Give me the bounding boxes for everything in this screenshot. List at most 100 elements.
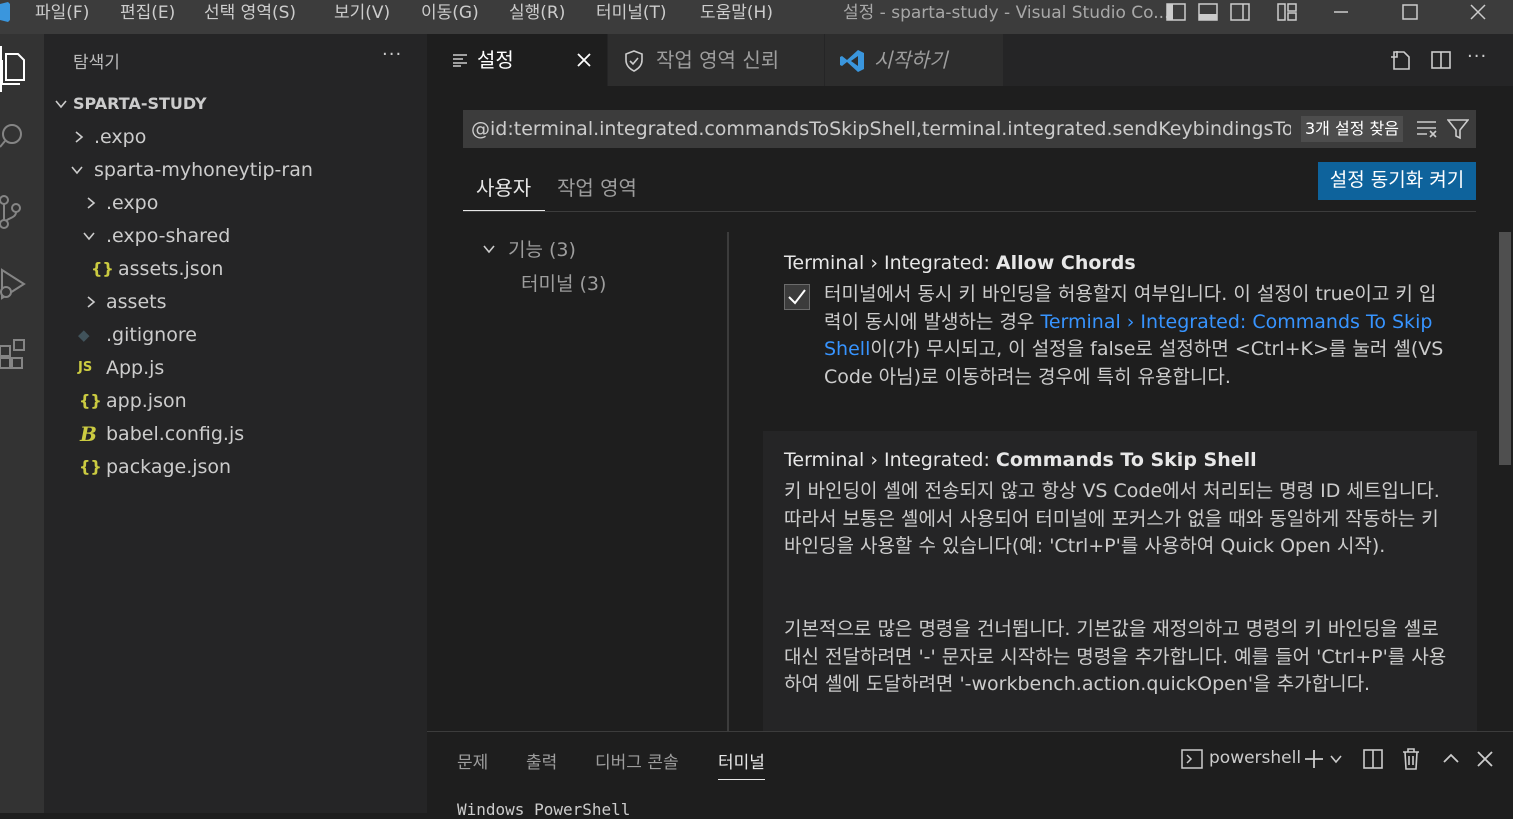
maximize-icon[interactable] xyxy=(1399,1,1421,23)
tab-get-started[interactable]: 시작하기 xyxy=(825,34,1003,86)
menu-terminal[interactable]: 터미널(T) xyxy=(596,0,667,26)
search-icon[interactable] xyxy=(0,120,30,152)
setting-title: Terminal › Integrated: Allow Chords xyxy=(784,252,1136,274)
minimize-icon[interactable] xyxy=(1330,1,1352,23)
setting-description: 터미널에서 동시 키 바인딩을 허용할지 여부입니다. 이 설정이 true이고… xyxy=(824,281,1444,391)
menu-help[interactable]: 도움말(H) xyxy=(700,0,773,26)
activity-bar xyxy=(0,34,44,813)
tree-item-gitignore[interactable]: ◆ .gitignore xyxy=(76,320,427,350)
menu-file[interactable]: 파일(F) xyxy=(35,0,89,26)
panel-tab-problems[interactable]: 문제 xyxy=(457,748,488,773)
workspace-root-label: SPARTA-STUDY xyxy=(73,94,207,113)
menu-selection[interactable]: 선택 영역(S) xyxy=(204,0,296,26)
setting-category: Terminal › Integrated: xyxy=(784,449,996,471)
tree-item-expo[interactable]: .expo xyxy=(64,122,427,152)
tree-item-label: package.json xyxy=(106,456,232,478)
explorer-sidebar: 탐색기 ··· SPARTA-STUDY .expo sparta-myhone… xyxy=(44,34,427,813)
clear-filter-icon[interactable] xyxy=(1416,118,1440,140)
title-bar: 파일(F) 편집(E) 선택 영역(S) 보기(V) 이동(G) 실행(R) 터… xyxy=(0,0,1513,34)
chevron-down-icon[interactable] xyxy=(1329,752,1343,766)
allow-chords-checkbox[interactable] xyxy=(784,284,810,310)
close-window-icon[interactable] xyxy=(1467,1,1489,23)
tree-item-assets[interactable]: assets xyxy=(76,287,427,317)
js-file-icon: JS xyxy=(78,360,93,375)
toggle-panel-icon[interactable] xyxy=(1197,1,1219,23)
turn-on-settings-sync-button[interactable]: 설정 동기화 켜기 xyxy=(1318,162,1476,200)
filter-icon[interactable] xyxy=(1447,118,1469,140)
json-file-icon: {} xyxy=(79,457,102,476)
tree-root[interactable]: SPARTA-STUDY xyxy=(52,89,427,119)
tree-item-label: assets.json xyxy=(118,258,224,280)
tree-item-babel-config[interactable]: B babel.config.js xyxy=(76,419,427,449)
tree-item-label: .expo xyxy=(106,192,159,214)
menu-view[interactable]: 보기(V) xyxy=(334,0,390,26)
chevron-down-icon xyxy=(71,166,83,175)
extensions-icon[interactable] xyxy=(0,336,30,369)
tree-item-label: .expo-shared xyxy=(106,225,231,247)
customize-layout-icon[interactable] xyxy=(1276,1,1298,23)
terminal-output[interactable]: Windows PowerShell xyxy=(457,800,630,819)
settings-search-input[interactable]: @id:terminal.integrated.commandsToSkipSh… xyxy=(471,110,1291,148)
json-file-icon: {} xyxy=(91,259,114,278)
settings-editor: @id:terminal.integrated.commandsToSkipSh… xyxy=(427,86,1513,731)
chevron-right-icon xyxy=(87,197,96,209)
settings-editor-icon xyxy=(453,54,467,67)
tree-item-project-folder[interactable]: sparta-myhoneytip-ran xyxy=(64,155,427,185)
toc-item-terminal[interactable]: 터미널 (3) xyxy=(521,269,606,296)
tab-settings[interactable]: 설정 xyxy=(427,34,607,86)
chevron-right-icon xyxy=(75,131,84,143)
babel-file-icon: B xyxy=(80,422,97,446)
vscode-icon xyxy=(840,50,864,72)
new-terminal-icon[interactable] xyxy=(1303,748,1325,770)
toggle-primary-sidebar-icon[interactable] xyxy=(1165,1,1187,23)
terminal-shell-name[interactable]: powershell xyxy=(1209,748,1301,768)
panel-tab-terminal[interactable]: 터미널 xyxy=(718,748,765,780)
setting-name: Allow Chords xyxy=(995,252,1136,274)
git-file-icon: ◆ xyxy=(78,326,90,344)
tree-item-app-json[interactable]: {} app.json xyxy=(76,386,427,416)
panel-tab-output[interactable]: 출력 xyxy=(526,748,557,773)
bottom-panel: 문제 출력 디버그 콘솔 터미널 powershell Windows Powe… xyxy=(427,731,1513,819)
tree-item-label: assets xyxy=(106,291,167,313)
menu-edit[interactable]: 편집(E) xyxy=(120,0,175,26)
menu-run[interactable]: 실행(R) xyxy=(509,0,565,26)
tree-item-expo-shared[interactable]: .expo-shared xyxy=(76,221,427,251)
tab-label: 작업 영역 신뢰 xyxy=(656,48,780,72)
description-text: 이(가) 무시되고, 이 설정을 false로 설정하면 <Ctrl+K>를 눌… xyxy=(824,338,1444,388)
toggle-secondary-sidebar-icon[interactable] xyxy=(1229,1,1251,23)
run-debug-icon[interactable] xyxy=(0,266,30,300)
open-settings-json-icon[interactable] xyxy=(1389,48,1413,72)
split-editor-icon[interactable] xyxy=(1429,48,1453,72)
tab-user-scope[interactable]: 사용자 xyxy=(463,170,545,211)
close-tab-icon[interactable] xyxy=(577,53,591,67)
setting-commands-to-skip-shell: Terminal › Integrated: Commands To Skip … xyxy=(763,431,1477,731)
checkmark-icon xyxy=(788,289,806,305)
window-title: 설정 - sparta-study - Visual Studio Co... xyxy=(843,3,1170,23)
tree-item-label: .gitignore xyxy=(106,324,197,346)
tab-label: 시작하기 xyxy=(874,48,948,72)
tree-item-app-js[interactable]: JS App.js xyxy=(76,353,427,383)
tab-label: 설정 xyxy=(477,48,514,72)
panel-tab-debug-console[interactable]: 디버그 콘솔 xyxy=(595,748,679,773)
editor-tab-bar: 설정 작업 영역 신뢰 시작하기 ··· xyxy=(427,34,1513,86)
more-actions-icon[interactable]: ··· xyxy=(1467,46,1487,67)
chevron-down-icon xyxy=(55,100,67,109)
chevron-down-icon xyxy=(483,245,495,254)
trash-icon[interactable] xyxy=(1400,747,1422,771)
vertical-scrollbar-thumb[interactable] xyxy=(1499,232,1511,465)
tree-item-package-json[interactable]: {} package.json xyxy=(76,452,427,482)
more-actions-icon[interactable]: ··· xyxy=(382,44,402,65)
maximize-panel-icon[interactable] xyxy=(1442,750,1460,768)
tree-item-assets-json[interactable]: {} assets.json xyxy=(88,254,427,284)
menu-go[interactable]: 이동(G) xyxy=(421,0,479,26)
tree-item-label: app.json xyxy=(106,390,187,412)
tab-workspace-trust[interactable]: 작업 영역 신뢰 xyxy=(608,34,824,86)
setting-title: Terminal › Integrated: Commands To Skip … xyxy=(784,449,1257,471)
settings-search[interactable]: @id:terminal.integrated.commandsToSkipSh… xyxy=(463,110,1476,148)
source-control-icon[interactable] xyxy=(0,194,30,229)
tree-item-expo-nested[interactable]: .expo xyxy=(76,188,427,218)
explorer-icon[interactable] xyxy=(0,52,30,85)
close-panel-icon[interactable] xyxy=(1476,750,1494,768)
split-terminal-icon[interactable] xyxy=(1362,748,1384,770)
tab-user-label: 사용자 xyxy=(476,176,532,200)
